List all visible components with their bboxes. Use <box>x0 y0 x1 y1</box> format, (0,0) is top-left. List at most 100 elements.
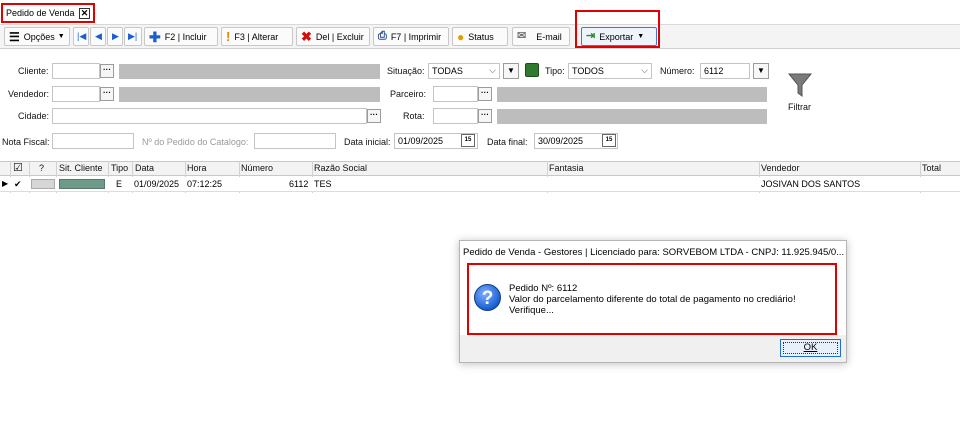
email-label: E-mail <box>536 31 562 42</box>
cell-vendedor: JOSIVAN DOS SANTOS <box>761 179 861 189</box>
row-checkbox[interactable]: ✔ <box>14 179 22 190</box>
close-icon[interactable]: ✕ <box>79 8 90 19</box>
parceiro-name-field <box>497 87 767 102</box>
cliente-search-button[interactable]: ··· <box>100 64 114 78</box>
cliente-label: Cliente: <box>18 66 49 76</box>
cliente-code-input[interactable] <box>52 63 100 79</box>
col-header-vendedor[interactable]: Vendedor <box>761 163 800 173</box>
save-icon[interactable] <box>525 63 539 77</box>
excluir-label: Del | Excluir <box>315 31 364 42</box>
email-button[interactable]: ✉ E-mail <box>512 27 570 46</box>
data-inicial-value: 01/09/2025 <box>398 136 444 146</box>
exportar-highlight-frame <box>575 10 660 48</box>
dialog-line-verifique: Verifique... <box>509 305 554 316</box>
delete-x-icon: ✖ <box>301 29 312 44</box>
status-label: Status <box>468 31 494 42</box>
tab-pedido-de-venda[interactable]: Pedido de Venda ✕ <box>1 3 95 23</box>
rota-search-button[interactable]: ··· <box>478 109 492 123</box>
calendar-icon[interactable]: 15 <box>602 134 616 147</box>
parceiro-code-input[interactable] <box>433 86 478 102</box>
excluir-button[interactable]: ✖ Del | Excluir <box>296 27 370 46</box>
dialog-message: Pedido Nº: 6112 Valor do parcelamento di… <box>509 283 796 316</box>
row-pointer-icon: ▶ <box>2 179 9 188</box>
last-record-button[interactable]: ▶| <box>124 27 142 46</box>
col-header-status[interactable]: ? <box>39 163 44 173</box>
vendedor-name-field <box>119 87 380 102</box>
opcoes-label: Opções <box>23 31 55 42</box>
sit-cliente-color-box <box>59 179 105 189</box>
cidade-input[interactable] <box>52 108 367 124</box>
imprimir-label: F7 | Imprimir <box>390 31 442 42</box>
parceiro-label: Parceiro: <box>390 89 427 99</box>
rota-name-field <box>497 109 767 124</box>
cidade-search-button[interactable]: ··· <box>367 109 381 123</box>
alterar-button[interactable]: ! F3 | Alterar <box>221 27 293 46</box>
col-header-total[interactable]: Total <box>922 163 941 173</box>
printer-icon: ⎙ <box>378 30 387 42</box>
incluir-label: F2 | Incluir <box>164 31 207 42</box>
opcoes-menu-button[interactable]: ☰ Opções ▼ <box>4 27 70 46</box>
first-icon: |◀ <box>77 31 87 41</box>
col-header-razao-social[interactable]: Razão Social <box>314 163 367 173</box>
filtrar-label: Filtrar <box>788 102 811 112</box>
parceiro-search-button[interactable]: ··· <box>478 87 492 101</box>
status-circle-icon: ● <box>457 29 465 44</box>
dialog-message-highlight: ? Pedido Nº: 6112 Valor do parcelamento … <box>467 263 837 335</box>
incluir-button[interactable]: ✚ F2 | Incluir <box>144 27 218 46</box>
dialog-line-valor: Valor do parcelamento diferente do total… <box>509 294 796 305</box>
row-status-box <box>31 179 55 189</box>
vendedor-code-input[interactable] <box>52 86 100 102</box>
table-row[interactable]: ▶ ✔ E 01/09/2025 07:12:25 6112 TES JOSIV… <box>0 177 960 192</box>
cliente-name-field <box>119 64 380 79</box>
cell-data: 01/09/2025 <box>134 179 180 189</box>
numero-dropdown[interactable]: ▼ <box>753 63 769 79</box>
tipo-select[interactable]: TODOS ⌵ <box>568 63 652 79</box>
cell-hora: 07:12:25 <box>187 179 223 189</box>
chevron-down-icon: ⌵ <box>641 65 648 75</box>
prev-record-button[interactable]: ◀ <box>90 27 106 46</box>
dialog-title: Pedido de Venda - Gestores | Licenciado … <box>463 247 845 258</box>
alterar-label: F3 | Alterar <box>234 31 279 42</box>
chevron-down-icon: ⌵ <box>489 65 496 75</box>
dialog-footer: OK <box>460 335 846 362</box>
col-header-hora[interactable]: Hora <box>187 163 207 173</box>
ok-button[interactable]: OK <box>780 339 841 357</box>
col-header-tipo[interactable]: Tipo <box>111 163 128 173</box>
chevron-down-icon: ▼ <box>57 33 65 40</box>
data-final-value: 30/09/2025 <box>538 136 584 146</box>
rota-code-input[interactable] <box>433 108 478 124</box>
nota-fiscal-label: Nota Fiscal: <box>2 137 50 147</box>
toolbar: ☰ Opções ▼ |◀ ◀ ▶ ▶| ✚ F2 | Incluir ! F3… <box>0 25 960 49</box>
select-all-checkbox[interactable]: ☑ <box>13 161 23 174</box>
status-button[interactable]: ● Status <box>452 27 508 46</box>
pedido-catalogo-input[interactable] <box>254 133 336 149</box>
dialog-line-pedido: Pedido Nº: 6112 <box>509 283 578 294</box>
chevron-down-icon: ▼ <box>507 66 515 75</box>
next-record-button[interactable]: ▶ <box>107 27 123 46</box>
tab-bar: Pedido de Venda ✕ <box>0 0 960 25</box>
situacao-select[interactable]: TODAS ⌵ <box>428 63 500 79</box>
vendedor-search-button[interactable]: ··· <box>100 87 114 101</box>
nota-fiscal-input[interactable] <box>52 133 134 149</box>
data-final-label: Data final: <box>487 137 528 147</box>
next-icon: ▶ <box>112 31 119 41</box>
calendar-icon[interactable]: 15 <box>461 134 475 147</box>
situacao-filter-dropdown[interactable]: ▼ <box>503 63 519 79</box>
situacao-label: Situação: <box>387 66 425 76</box>
imprimir-button[interactable]: ⎙ F7 | Imprimir <box>373 27 449 46</box>
tipo-label: Tipo: <box>545 66 565 76</box>
col-header-numero[interactable]: Número <box>241 163 273 173</box>
numero-input[interactable]: 6112 <box>700 63 750 79</box>
funnel-icon <box>787 73 813 97</box>
col-header-data[interactable]: Data <box>135 163 154 173</box>
cidade-label: Cidade: <box>18 111 50 121</box>
grid-header: ☑ ? Sit. Cliente Tipo Data Hora Número R… <box>0 161 960 176</box>
first-record-button[interactable]: |◀ <box>73 27 89 46</box>
ok-label: OK <box>803 342 818 353</box>
chevron-down-icon: ▼ <box>757 66 765 75</box>
cell-numero: 6112 <box>289 179 309 189</box>
pedido-catalogo-label: Nº do Pedido do Catalogo: <box>142 137 249 147</box>
col-header-fantasia[interactable]: Fantasia <box>549 163 584 173</box>
filtrar-button[interactable] <box>787 72 813 102</box>
col-header-sit-cliente[interactable]: Sit. Cliente <box>59 163 103 173</box>
